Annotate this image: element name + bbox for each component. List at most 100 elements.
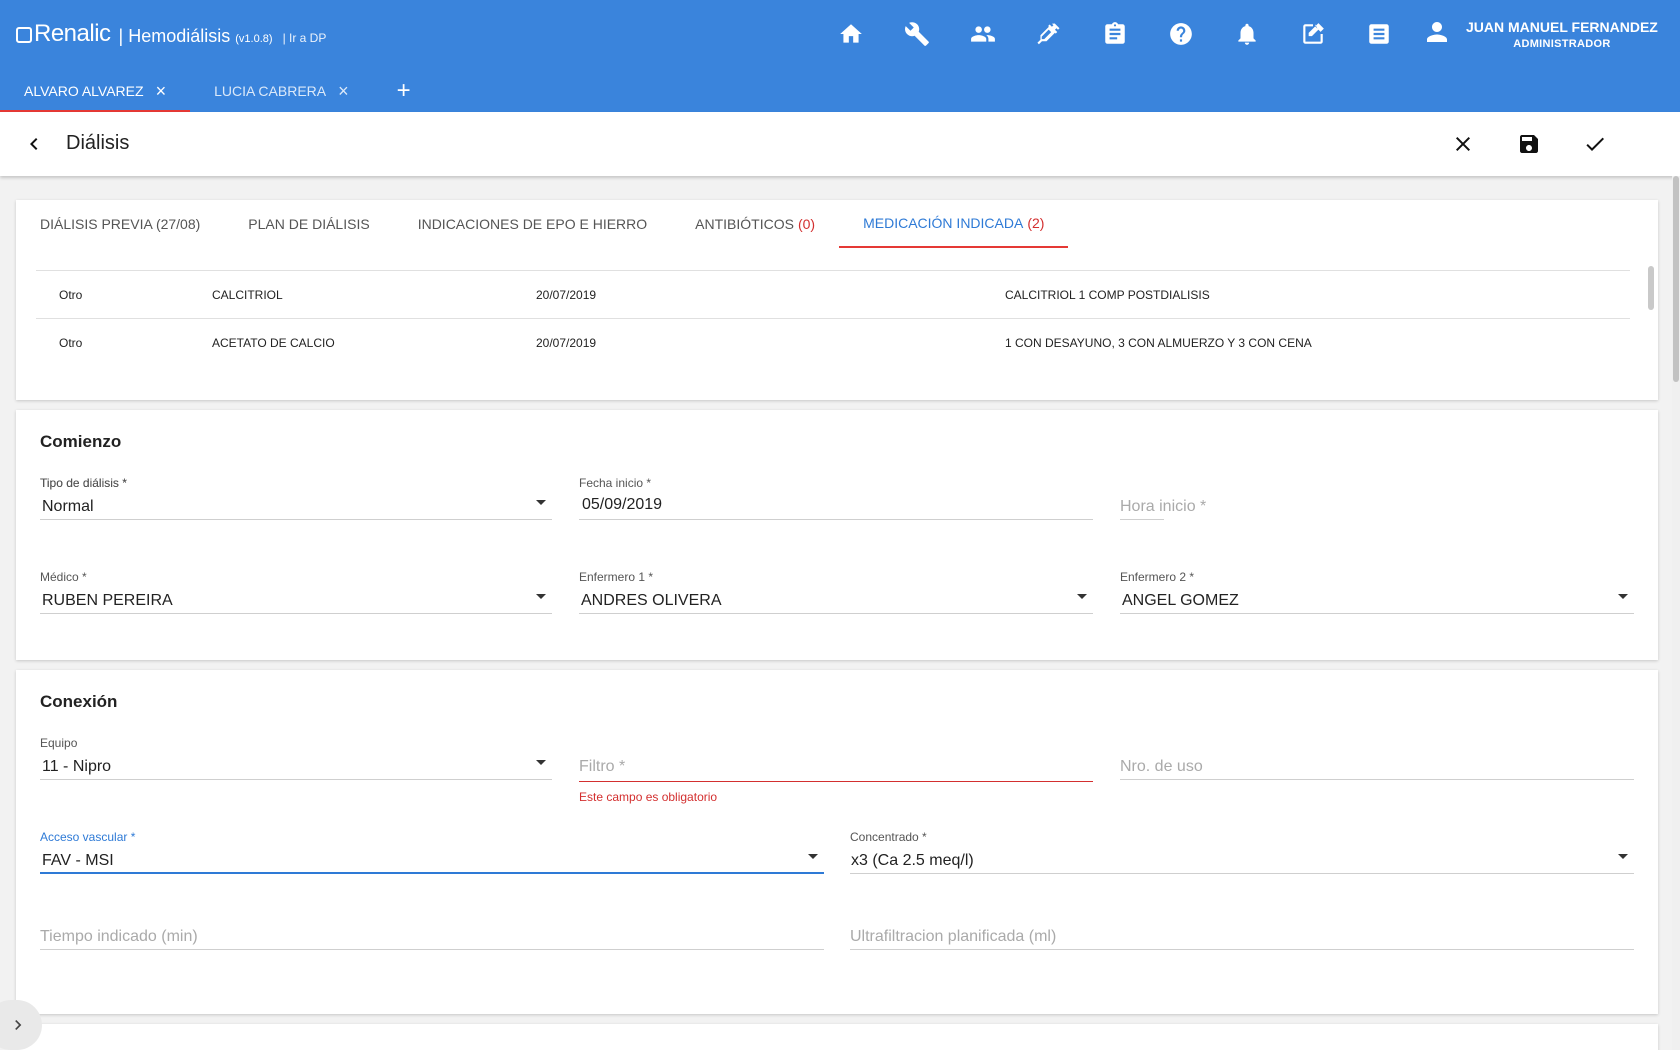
chevron-down-icon (536, 594, 546, 599)
clipboard-icon[interactable] (1082, 16, 1148, 52)
patient-tab-lucia[interactable]: LUCIA CABRERA × (190, 70, 373, 112)
list-icon[interactable] (1346, 16, 1412, 52)
patient-tab-alvaro[interactable]: ALVARO ALVAREZ × (0, 70, 191, 112)
cancel-button[interactable] (1430, 126, 1496, 162)
medication-table: Otro CALCITRIOL 20/07/2019 CALCITRIOL 1 … (36, 270, 1630, 366)
cell-fecha: 20/07/2019 (536, 287, 597, 302)
tiempo-indicado-placeholder: Tiempo indicado (min) (40, 928, 198, 945)
field-underline (850, 873, 1634, 874)
app-name: | Hemodiálisis (118, 26, 231, 46)
ultrafiltracion-placeholder: Ultrafiltracion planificada (ml) (850, 928, 1057, 945)
fecha-inicio-input[interactable]: Fecha inicio * 05/09/2019 (579, 476, 1093, 520)
cell-indicacion: 1 CON DESAYUNO, 3 CON ALMUERZO Y 3 CON C… (1005, 335, 1312, 350)
field-underline (1120, 519, 1164, 520)
enfermero2-select[interactable]: Enfermero 2 * ANGEL GOMEZ (1120, 570, 1634, 614)
help-icon[interactable] (1148, 16, 1214, 52)
chevron-down-icon (1618, 854, 1628, 859)
cell-medicamento: CALCITRIOL (212, 287, 283, 302)
logo-mark-icon (16, 27, 32, 43)
confirm-button[interactable] (1562, 126, 1628, 162)
edit-icon[interactable] (1280, 16, 1346, 52)
field-underline (850, 949, 1634, 950)
tab-count: (0) (797, 216, 816, 232)
tipo-dialisis-select[interactable]: Tipo de diálisis * Normal (40, 476, 552, 520)
equipo-value: 11 - Nipro (42, 758, 112, 775)
fecha-inicio-value: 05/09/2019 (582, 496, 663, 513)
chevron-down-icon (536, 500, 546, 505)
tab-antibioticos[interactable]: ANTIBIÓTICOS (0) (671, 200, 839, 248)
concentrado-value: x3 (Ca 2.5 meq/l) (851, 852, 974, 869)
nro-uso-input[interactable]: Nro. de uso (1120, 736, 1634, 780)
app-bar: Renalic | Hemodiálisis (v1.0.8) | Ir a D… (0, 0, 1680, 112)
logo-text: Renalic (34, 20, 111, 47)
enfermero2-label: Enfermero 2 * (1120, 570, 1195, 584)
medico-value: RUBEN PEREIRA (42, 592, 173, 609)
cell-medicamento: ACETATO DE CALCIO (212, 335, 335, 350)
table-row[interactable]: Otro ACETATO DE CALCIO 20/07/2019 1 CON … (36, 318, 1630, 366)
tab-count: (2) (1027, 215, 1045, 231)
filtro-error: Este campo es obligatorio (579, 790, 718, 804)
tipo-dialisis-label: Tipo de diálisis * (40, 476, 127, 490)
tipo-dialisis-value: Normal (42, 498, 94, 515)
app-logo[interactable]: Renalic (16, 20, 111, 48)
enfermero1-label: Enfermero 1 * (579, 570, 654, 584)
enfermero1-value: ANDRES OLIVERA (581, 592, 722, 609)
concentrado-select[interactable]: Concentrado * x3 (Ca 2.5 meq/l) (850, 830, 1634, 874)
field-underline (40, 779, 552, 780)
floppy-disk-icon (1520, 135, 1538, 153)
close-icon[interactable]: × (338, 82, 349, 100)
equipo-select[interactable]: Equipo 11 - Nipro (40, 736, 552, 780)
cell-tipo: Otro (59, 335, 83, 350)
tab-dialisis-previa[interactable]: DIÁLISIS PREVIA (27/08) (16, 200, 224, 248)
tab-label: DIÁLISIS PREVIA (27/08) (40, 216, 201, 232)
user-menu[interactable]: JUAN MANUEL FERNANDEZ ADMINISTRADOR (1422, 14, 1658, 54)
tab-epo-hierro[interactable]: INDICACIONES DE EPO E HIERRO (394, 200, 671, 248)
acceso-vascular-label: Acceso vascular * (40, 830, 136, 844)
ultrafiltracion-input[interactable]: Ultrafiltracion planificada (ml) (850, 906, 1634, 950)
tiempo-indicado-input[interactable]: Tiempo indicado (min) (40, 906, 824, 950)
save-button[interactable] (1496, 126, 1562, 162)
tab-plan-dialisis[interactable]: PLAN DE DIÁLISIS (224, 200, 393, 248)
acceso-vascular-select[interactable]: Acceso vascular * FAV - MSI (40, 830, 824, 874)
people-icon[interactable] (950, 16, 1016, 52)
table-row[interactable]: Otro CALCITRIOL 20/07/2019 CALCITRIOL 1 … (36, 270, 1630, 318)
wrench-icon[interactable] (884, 16, 950, 52)
field-underline (40, 872, 824, 874)
next-card (16, 1024, 1658, 1050)
home-icon[interactable] (818, 16, 884, 52)
field-underline (40, 519, 552, 520)
bell-icon[interactable] (1214, 16, 1280, 52)
page-title: Diálisis (66, 132, 130, 154)
close-icon (1456, 137, 1470, 151)
cell-fecha: 20/07/2019 (536, 335, 597, 350)
add-tab-button[interactable]: + (373, 70, 435, 112)
filtro-input[interactable]: Filtro * Este campo es obligatorio (579, 736, 1093, 804)
header-actions (1430, 126, 1628, 162)
section-title-comienzo: Comienzo (40, 432, 122, 451)
cell-indicacion: CALCITRIOL 1 COMP POSTDIALISIS (1005, 287, 1210, 302)
medico-select[interactable]: Médico * RUBEN PEREIRA (40, 570, 552, 614)
user-name: JUAN MANUEL FERNANDEZ (1466, 18, 1658, 35)
tab-medicacion-indicada[interactable]: MEDICACIÓN INDICADA (2) (839, 200, 1069, 248)
scrollbar-thumb[interactable] (1673, 176, 1679, 382)
user-icon (1422, 17, 1452, 52)
close-icon[interactable]: × (156, 82, 167, 100)
equipo-label: Equipo (40, 736, 78, 750)
field-underline (40, 613, 552, 614)
tab-label: INDICACIONES DE EPO E HIERRO (417, 216, 648, 232)
goto-dp-link[interactable]: | Ir a DP (283, 31, 327, 45)
enfermero2-value: ANGEL GOMEZ (1122, 592, 1239, 609)
check-icon (1586, 137, 1604, 151)
acceso-vascular-value: FAV - MSI (42, 852, 114, 869)
table-scrollbar[interactable] (1648, 266, 1654, 310)
back-arrow-icon[interactable] (22, 132, 46, 156)
field-underline (579, 519, 1093, 520)
field-underline (1120, 613, 1634, 614)
syringe-icon[interactable] (1016, 16, 1082, 52)
hora-inicio-input[interactable]: Hora inicio * (1120, 476, 1206, 520)
enfermero1-select[interactable]: Enfermero 1 * ANDRES OLIVERA (579, 570, 1093, 614)
page-scrollbar[interactable] (1672, 176, 1680, 1050)
chevron-down-icon (1618, 594, 1628, 599)
concentrado-label: Concentrado * (850, 830, 927, 844)
cell-tipo: Otro (59, 287, 83, 302)
